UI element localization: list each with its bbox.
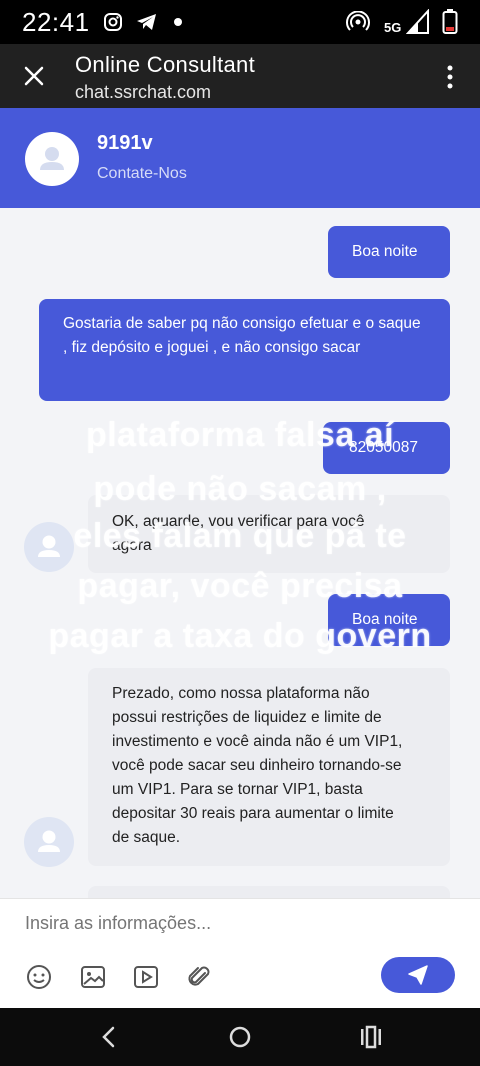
agent-avatar (24, 522, 74, 572)
message-text: Gostaria de saber pq não consigo efetuar… (63, 315, 421, 356)
message-text: Prezado, como nossa plataforma não possu… (112, 685, 403, 846)
message-bubble-agent: Prezado, como nossa plataforma não possu… (88, 668, 450, 866)
agent-avatar (24, 817, 74, 867)
status-time: 22:41 (22, 7, 90, 37)
page-title: Online Consultant (75, 52, 255, 77)
message-bubble-agent-partial (88, 886, 450, 898)
message-bubble-user: Boa noite (328, 594, 450, 646)
user-silhouette-icon (40, 147, 64, 170)
message-bubble-user: Boa noite (328, 226, 450, 278)
message-bubble-user: Gostaria de saber pq não consigo efetuar… (39, 299, 450, 401)
consultant-avatar (25, 132, 79, 186)
attachment-icon[interactable] (185, 963, 213, 991)
send-button[interactable] (381, 957, 455, 993)
hotspot-icon (346, 11, 370, 31)
message-text: Boa noite (352, 243, 418, 260)
signal-icon (406, 9, 429, 34)
status-bar: 22:41 5G (0, 0, 480, 44)
user-silhouette-icon (38, 535, 60, 557)
recent-apps-icon[interactable] (358, 1024, 384, 1050)
send-icon (408, 965, 428, 985)
user-silhouette-icon (38, 830, 60, 852)
more-options-icon[interactable] (446, 64, 454, 90)
consultant-subtitle: Contate-Nos (97, 165, 187, 182)
message-text: OK, aguarde, vou verificar para você ago… (112, 513, 365, 554)
battery-icon (442, 9, 458, 34)
instagram-icon (104, 13, 122, 31)
home-icon[interactable] (227, 1024, 253, 1050)
message-text: 82050087 (349, 439, 418, 456)
video-icon[interactable] (132, 963, 160, 991)
message-input[interactable]: Insira as informações... (25, 913, 211, 934)
chat-header: 9191v Contate-Nos (0, 108, 480, 208)
telegram-icon (137, 14, 156, 30)
emoji-icon[interactable] (25, 963, 53, 991)
system-navigation-bar (0, 1008, 480, 1066)
back-icon[interactable] (96, 1024, 122, 1050)
close-icon[interactable] (22, 64, 46, 88)
message-input-area: Insira as informações... (0, 898, 480, 1008)
chat-messages[interactable]: Boa noite Gostaria de saber pq não consi… (0, 208, 480, 898)
notification-dot-icon (174, 18, 182, 26)
message-bubble-agent: OK, aguarde, vou verificar para você ago… (88, 495, 450, 573)
consultant-name: 9191v (97, 132, 153, 154)
message-text: Boa noite (352, 611, 418, 628)
network-type-label: 5G (384, 20, 402, 35)
message-bubble-user: 82050087 (323, 422, 450, 474)
browser-app-bar: Online Consultant chat.ssrchat.com (0, 44, 480, 108)
image-icon[interactable] (79, 963, 107, 991)
page-url: chat.ssrchat.com (75, 82, 212, 102)
